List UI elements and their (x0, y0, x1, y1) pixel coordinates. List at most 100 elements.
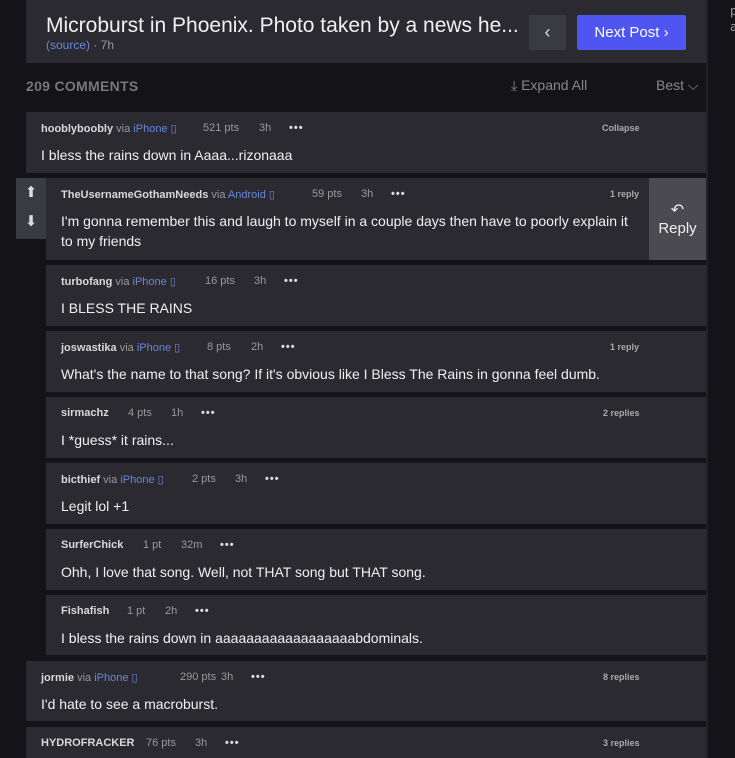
timestamp: 2h (165, 605, 178, 617)
comment-text: I bless the rains down in Aaaa...rizonaa… (41, 147, 293, 163)
more-options-icon[interactable]: ••• (195, 605, 210, 617)
comment[interactable]: joswastika via iPhone ▯ 8 pts 2h ••• 1 r… (46, 331, 706, 392)
replies-count[interactable]: 8 replies (603, 672, 640, 682)
client-link[interactable]: iPhone ▯ (94, 672, 137, 684)
comment-text: Legit lol +1 (61, 498, 130, 514)
expand-all-button[interactable]: ⤓ Expand All (511, 77, 587, 94)
sort-select[interactable]: Best ⌵ (656, 77, 699, 94)
comment-text: What's the name to that song? If it's ob… (61, 366, 600, 382)
timestamp: 32m (181, 539, 203, 551)
comment[interactable]: TheUsernameGothamNeeds via Android ▯ 59 … (46, 178, 649, 260)
comment[interactable]: jormie via iPhone ▯ 290 pts 3h ••• 8 rep… (26, 661, 706, 721)
comment[interactable]: SurferChick 1 pt 32m ••• Ohh, I love tha… (46, 529, 706, 590)
comment-header: joswastika via iPhone ▯ (61, 342, 181, 354)
reply-button[interactable]: ↶ Reply (649, 178, 706, 260)
username[interactable]: joswastika (61, 342, 117, 354)
comment-count: 209 COMMENTS (26, 78, 139, 94)
username[interactable]: jormie (41, 672, 74, 684)
timestamp: 1h (171, 407, 184, 419)
comment-text: Ohh, I love that song. Well, not THAT so… (61, 564, 426, 580)
more-options-icon[interactable]: ••• (391, 188, 406, 200)
post-header: Microburst in Phoenix. Photo taken by a … (26, 0, 706, 63)
client-link[interactable]: iPhone ▯ (133, 123, 176, 135)
comment-header: jormie via iPhone ▯ (41, 672, 138, 684)
timestamp: 3h (361, 188, 374, 200)
comment-header: sirmachz (61, 407, 109, 419)
comment[interactable]: HYDROFRACKER 76 pts 3h ••• 3 replies (26, 727, 706, 758)
comment-header: HYDROFRACKER (41, 737, 135, 749)
comment-text: I'm gonna remember this and laugh to mys… (61, 213, 628, 249)
post-title[interactable]: Microburst in Phoenix. Photo taken by a … (46, 14, 521, 38)
upvote-icon[interactable]: ⬆ (16, 183, 46, 201)
next-post-button[interactable]: Next Post › (577, 15, 686, 50)
comments-toolbar: 209 COMMENTS ⤓ Expand All Best ⌵ (26, 76, 706, 96)
timestamp: 3h (259, 122, 272, 134)
more-options-icon[interactable]: ••• (289, 122, 304, 134)
post-age: · 7h (90, 38, 115, 52)
more-options-icon[interactable]: ••• (265, 473, 280, 485)
username[interactable]: turbofang (61, 276, 112, 288)
timestamp: 2h (251, 341, 264, 353)
points: 76 pts (146, 737, 176, 749)
more-options-icon[interactable]: ••• (220, 539, 235, 551)
timestamp: 3h (235, 473, 248, 485)
comment-header: Fishafish (61, 605, 109, 617)
side-divider (706, 0, 708, 758)
points: 1 pt (127, 605, 146, 617)
more-options-icon[interactable]: ••• (281, 341, 296, 353)
replies-count[interactable]: 3 replies (603, 738, 640, 748)
reply-label: Reply (658, 220, 697, 237)
comment[interactable]: hooblyboobly via iPhone ▯ 521 pts 3h •••… (26, 112, 706, 173)
post-meta: (source) · 7h (46, 38, 114, 52)
points: 1 pt (143, 539, 162, 551)
points: 8 pts (207, 341, 231, 353)
comment[interactable]: sirmachz 4 pts 1h ••• 2 replies I *guess… (46, 397, 706, 458)
chevron-left-icon: ‹ (544, 22, 551, 42)
prev-post-button[interactable]: ‹ (529, 15, 566, 50)
comment-text: I bless the rains down in aaaaaaaaaaaaaa… (61, 630, 423, 646)
side-text: p (730, 4, 735, 18)
comment-header: bicthief via iPhone ▯ (61, 474, 164, 486)
more-options-icon[interactable]: ••• (251, 671, 266, 683)
points: 2 pts (192, 473, 216, 485)
replies-count[interactable]: 2 replies (603, 408, 640, 418)
client-link[interactable]: iPhone ▯ (120, 474, 163, 486)
timestamp: 3h (221, 671, 234, 683)
replies-count[interactable]: 1 reply (610, 189, 639, 199)
username[interactable]: SurferChick (61, 539, 123, 551)
username[interactable]: sirmachz (61, 407, 109, 419)
points: 59 pts (312, 188, 342, 200)
comment-text: I'd hate to see a macroburst. (41, 696, 218, 712)
client-link[interactable]: Android ▯ (228, 189, 275, 201)
comment-text: I *guess* it rains... (61, 432, 174, 448)
username[interactable]: TheUsernameGothamNeeds (61, 189, 208, 201)
username[interactable]: Fishafish (61, 605, 109, 617)
more-options-icon[interactable]: ••• (225, 737, 240, 749)
collapse-button[interactable]: Collapse (602, 123, 640, 133)
side-text: a (730, 20, 735, 34)
side-panel-edge: p a (706, 0, 735, 758)
replies-count[interactable]: 1 reply (610, 342, 639, 352)
vote-box: ⬆ ⬇ (16, 178, 46, 239)
downvote-icon[interactable]: ⬇ (16, 212, 46, 230)
more-options-icon[interactable]: ••• (284, 275, 299, 287)
username[interactable]: hooblyboobly (41, 123, 113, 135)
more-options-icon[interactable]: ••• (201, 407, 216, 419)
comment[interactable]: Fishafish 1 pt 2h ••• I bless the rains … (46, 595, 706, 655)
source-link[interactable]: (source) (46, 38, 90, 52)
comment[interactable]: bicthief via iPhone ▯ 2 pts 3h ••• Legit… (46, 463, 706, 524)
timestamp: 3h (254, 275, 267, 287)
points: 290 pts (180, 671, 217, 683)
comment-header: turbofang via iPhone ▯ (61, 276, 176, 288)
comment-text: I BLESS THE RAINS (61, 300, 193, 316)
comment[interactable]: turbofang via iPhone ▯ 16 pts 3h ••• I B… (46, 265, 706, 326)
comment-header: hooblyboobly via iPhone ▯ (41, 123, 177, 135)
client-link[interactable]: iPhone ▯ (137, 342, 180, 354)
points: 4 pts (128, 407, 152, 419)
username[interactable]: bicthief (61, 474, 100, 486)
timestamp: 3h (195, 737, 208, 749)
username[interactable]: HYDROFRACKER (41, 737, 135, 749)
points: 16 pts (205, 275, 235, 287)
client-link[interactable]: iPhone ▯ (133, 276, 176, 288)
reply-icon: ↶ (670, 202, 685, 219)
